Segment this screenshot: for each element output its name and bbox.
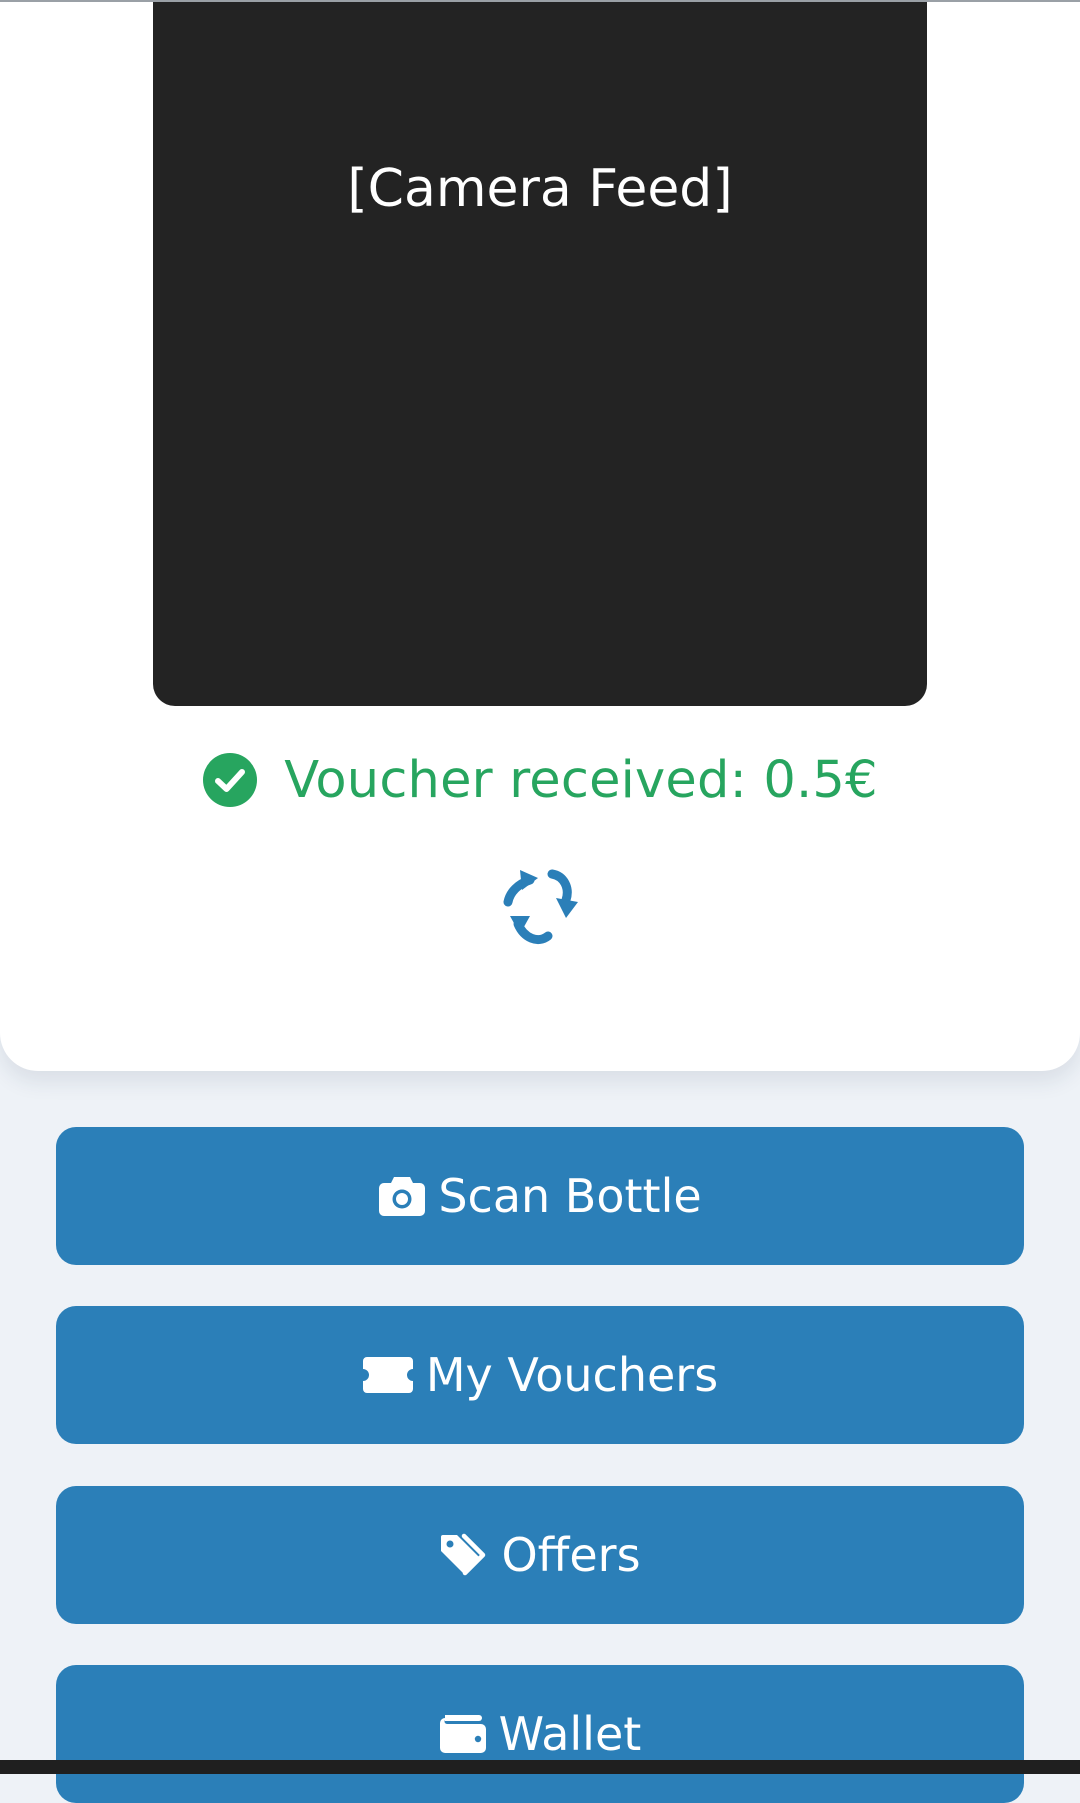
voucher-status-text: Voucher received: 0.5€ <box>284 750 878 810</box>
camera-feed-label: [Camera Feed] <box>347 159 733 219</box>
wallet-icon <box>439 1715 486 1753</box>
scan-bottle-label: Scan Bottle <box>438 1169 702 1223</box>
ticket-icon <box>362 1357 413 1393</box>
bottom-bar <box>0 1760 1080 1774</box>
top-border <box>0 0 1080 2</box>
offers-button[interactable]: Offers <box>56 1486 1024 1624</box>
camera-icon <box>379 1177 426 1216</box>
check-circle-icon <box>203 753 258 807</box>
voucher-status: Voucher received: 0.5€ <box>0 748 1080 812</box>
wallet-label: Wallet <box>498 1707 642 1761</box>
camera-feed: [Camera Feed] <box>153 0 927 706</box>
tags-icon <box>441 1533 486 1576</box>
scan-bottle-button[interactable]: Scan Bottle <box>56 1127 1024 1265</box>
my-vouchers-button[interactable]: My Vouchers <box>56 1306 1024 1444</box>
wallet-button[interactable]: Wallet <box>56 1665 1024 1803</box>
recycle-icon <box>503 869 578 944</box>
my-vouchers-label: My Vouchers <box>425 1348 719 1402</box>
scanner-card: [Camera Feed] Voucher received: 0.5€ <box>0 0 1080 1071</box>
offers-label: Offers <box>501 1528 641 1582</box>
